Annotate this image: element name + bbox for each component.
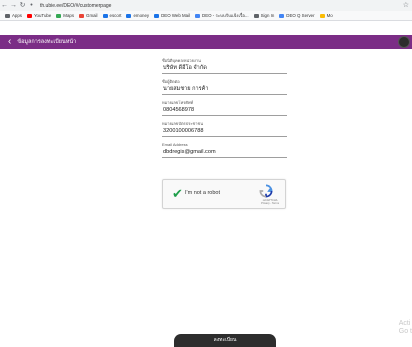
app-header: ‹ ข้อมูลการลงทะเบียนหน้า <box>0 35 412 49</box>
bookmarks-bar: Apps YouTube Maps Gmail escort emoney DEO Web … <box>0 11 412 21</box>
bookmark-icon <box>5 13 10 18</box>
bookmark-item[interactable]: Sign In <box>253 13 275 18</box>
bookmark-label: escort <box>109 13 122 18</box>
activation-watermark: Acti Go t <box>399 320 412 336</box>
lock-icon: • <box>30 2 33 9</box>
bookmark-label: DEO - ระบบรับแจ้งเรื่อ... <box>202 13 249 18</box>
bookmark-label: DEO Q Server <box>286 13 315 18</box>
address-bar[interactable]: th.ubie.ee/DEO/#/customerpage <box>40 3 111 9</box>
field-input[interactable]: 0804568978 <box>162 106 287 116</box>
register-button[interactable]: ลงทะเบียน <box>174 334 276 347</box>
bookmark-label: DEO Web Mail <box>161 13 191 18</box>
field-input[interactable]: 3200100006788 <box>162 127 287 137</box>
field-input[interactable]: dbdregis@gmail.com <box>162 148 287 158</box>
bookmark-label: Gmail <box>86 13 98 18</box>
form-field: หมายเลขโทรศัพท์ 0804568978 <box>162 100 287 118</box>
watermark-line-1: Acti <box>398 320 411 327</box>
bookmark-icon <box>56 13 62 18</box>
recaptcha-links[interactable]: Privacy - Terms <box>261 202 279 205</box>
back-arrow-icon[interactable]: ← <box>0 0 9 11</box>
bookmark-label: Maps <box>63 13 75 18</box>
bookmark-icon <box>154 13 160 18</box>
bookmark-item[interactable]: YouTube <box>27 13 51 18</box>
back-chevron-icon[interactable]: ‹ <box>8 35 11 49</box>
field-input[interactable]: บริษัท ดีอีโอ จำกัด <box>162 64 287 74</box>
bookmark-icon <box>253 13 259 18</box>
bookmark-icon <box>195 13 201 18</box>
bookmark-icon <box>102 13 108 18</box>
bookmark-icon <box>319 13 325 18</box>
bookmark-item[interactable]: DEO Web Mail <box>154 13 190 18</box>
form-field: ชื่อผู้ติดต่อ นายสมชาย การค้า <box>162 79 287 97</box>
recaptcha-logo-icon <box>259 184 273 198</box>
avatar[interactable] <box>398 36 410 48</box>
bookmark-item[interactable]: Mo <box>319 13 333 18</box>
watermark-line-2: Go t <box>398 328 412 335</box>
bookmark-label: emoney <box>133 13 150 18</box>
bookmark-item[interactable]: emoney <box>126 13 149 18</box>
reload-icon[interactable]: ↻ <box>18 0 27 11</box>
recaptcha-label: I'm not a robot <box>185 190 220 196</box>
bookmark-label: Mo <box>326 13 333 18</box>
bookmark-item[interactable]: escort <box>102 13 122 18</box>
bookmark-icon <box>27 13 33 18</box>
bookmark-item[interactable]: DEO Q Server <box>279 13 315 18</box>
bookmark-item[interactable]: Maps <box>56 13 74 18</box>
bookmark-label: YouTube <box>34 13 52 18</box>
bookmark-icon <box>279 13 285 18</box>
field-input[interactable]: นายสมชาย การค้า <box>162 85 287 95</box>
registration-form: ชื่อนิติบุคคล/หน่วยงาน บริษัท ดีอีโอ จำกั… <box>162 58 287 163</box>
bookmark-item[interactable]: DEO - ระบบรับแจ้งเรื่อ... <box>195 12 249 19</box>
form-field: Email Address dbdregis@gmail.com <box>162 142 287 160</box>
bookmark-label: Sign In <box>260 13 275 18</box>
bookmark-item[interactable]: Gmail <box>79 13 98 18</box>
checkmark-icon[interactable]: ✔ <box>172 187 183 201</box>
recaptcha-widget: ✔ I'm not a robot reCAPTCHA Privacy - Te… <box>162 179 286 209</box>
forward-arrow-icon[interactable]: → <box>9 0 18 11</box>
form-field: หมายเลขบัตรประชาชน 3200100006788 <box>162 121 287 139</box>
browser-toolbar: ← → ↻ • th.ubie.ee/DEO/#/customerpage ☆ <box>0 0 412 11</box>
page-title: ข้อมูลการลงทะเบียนหน้า <box>17 39 77 45</box>
form-field: ชื่อนิติบุคคล/หน่วยงาน บริษัท ดีอีโอ จำกั… <box>162 58 287 76</box>
bookmark-item[interactable]: Apps <box>5 13 22 18</box>
bookmark-icon <box>79 13 85 18</box>
star-icon[interactable]: ☆ <box>403 1 409 9</box>
bookmark-icon <box>126 13 132 18</box>
bookmark-label: Apps <box>12 13 23 18</box>
recaptcha-branding: reCAPTCHA Privacy - Terms <box>261 199 279 206</box>
